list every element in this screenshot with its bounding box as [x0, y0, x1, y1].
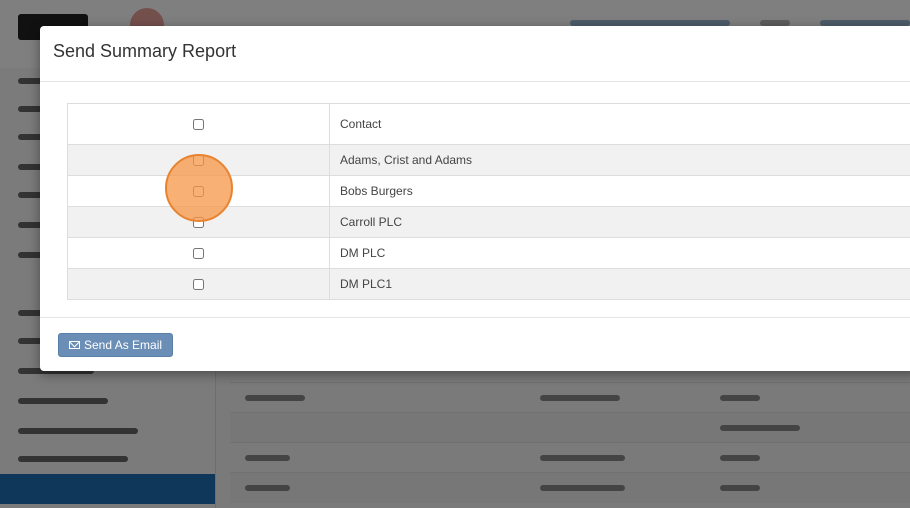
table-header-row: Contact [67, 103, 910, 145]
select-all-checkbox[interactable] [193, 119, 204, 131]
row-checkbox[interactable] [193, 186, 204, 198]
send-as-email-label: Send As Email [84, 338, 163, 352]
contact-name: Carroll PLC [329, 206, 910, 238]
row-checkbox[interactable] [193, 279, 204, 291]
contact-name: Adams, Crist and Adams [329, 144, 910, 176]
select-all-cell [67, 103, 330, 145]
send-as-email-button[interactable]: Send As Email [58, 333, 174, 357]
contact-name: DM PLC1 [329, 268, 910, 300]
modal-header: Send Summary Report [40, 26, 910, 82]
row-checkbox[interactable] [193, 248, 204, 260]
table-row: Carroll PLC [67, 206, 910, 238]
modal-footer: Send As Email [40, 317, 910, 372]
contact-column-header: Contact [329, 103, 910, 145]
table-row: Bobs Burgers [67, 175, 910, 207]
send-summary-report-modal: Send Summary Report Contact Adams, Crist… [40, 26, 910, 371]
row-checkbox[interactable] [193, 217, 204, 229]
table-row: Adams, Crist and Adams [67, 144, 910, 176]
contact-name: Bobs Burgers [329, 175, 910, 207]
envelope-icon [69, 341, 80, 349]
table-row: DM PLC1 [67, 268, 910, 300]
contact-table: Contact Adams, Crist and Adams Bobs Burg… [67, 103, 910, 300]
row-checkbox[interactable] [193, 155, 204, 167]
table-row: DM PLC [67, 237, 910, 269]
modal-title: Send Summary Report [53, 41, 237, 61]
contact-name: DM PLC [329, 237, 910, 269]
